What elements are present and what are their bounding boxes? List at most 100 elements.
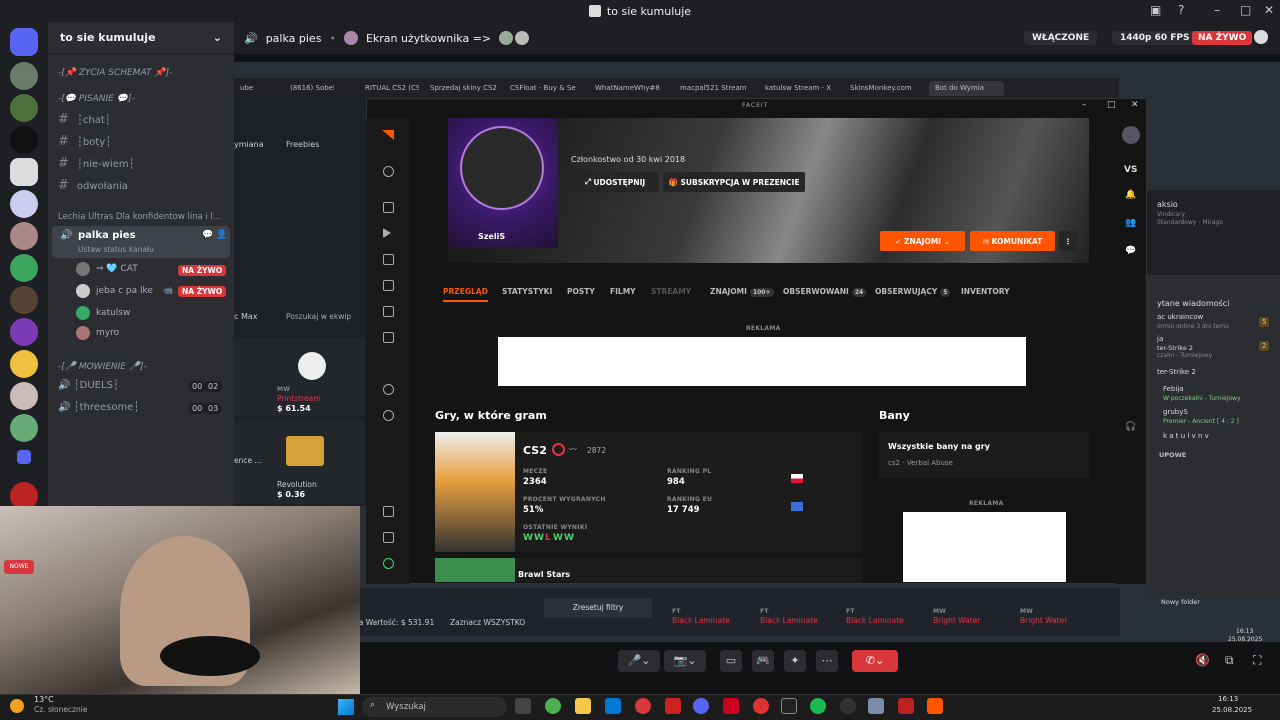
- maximize-button[interactable]: □: [1107, 100, 1116, 110]
- item-card[interactable]: ence ... Revolution $ 0.36: [234, 420, 364, 504]
- store-tab[interactable]: ymiana: [234, 140, 264, 149]
- server-icon[interactable]: [10, 190, 38, 218]
- game-card-brawl-stars[interactable]: Brawl Stars: [435, 558, 862, 582]
- stats-icon[interactable]: [383, 254, 394, 265]
- tab-overview[interactable]: PRZEGLĄD: [443, 287, 488, 302]
- inventory-search[interactable]: Poszukaj w ekwip: [286, 312, 351, 321]
- close-button[interactable]: ✕: [1264, 3, 1274, 17]
- tab-stats[interactable]: STATYSTYKI: [502, 287, 552, 296]
- more-button[interactable]: ⋯: [816, 650, 838, 672]
- weather-icon[interactable]: [10, 699, 24, 713]
- user-avatar[interactable]: [1122, 126, 1140, 144]
- app-icon[interactable]: [753, 698, 769, 714]
- voice-user[interactable]: katulsw: [76, 306, 130, 320]
- more-options-button[interactable]: ⋮: [1059, 231, 1077, 251]
- cart-icon[interactable]: [298, 352, 326, 380]
- screen-icon[interactable]: ▣: [1150, 3, 1161, 17]
- soundboard-button[interactable]: ✦: [784, 650, 806, 672]
- search-icon[interactable]: [383, 166, 394, 177]
- server-header[interactable]: to sie kumuluje ⌄: [48, 22, 234, 54]
- store-icon[interactable]: [605, 698, 621, 714]
- server-icon[interactable]: [10, 286, 38, 314]
- app-icon[interactable]: [665, 698, 681, 714]
- browser-tab[interactable]: SkinsMonkey.com: [844, 81, 924, 96]
- chat-bubble-icon[interactable]: [1254, 30, 1268, 44]
- server-icon[interactable]: [10, 318, 38, 346]
- voice-channel-threesome[interactable]: 🔊 ┆threesome┆: [58, 402, 139, 413]
- maximize-button[interactable]: □: [1240, 3, 1251, 17]
- discord-home-icon[interactable]: [10, 28, 38, 56]
- friends-icon[interactable]: 👥: [1125, 218, 1136, 228]
- channel-chat[interactable]: ┆chat┆: [58, 112, 111, 127]
- desktop-folder-label[interactable]: Nowy folder: [1161, 598, 1200, 606]
- spotify-icon[interactable]: [810, 698, 826, 714]
- start-icon[interactable]: [338, 699, 354, 715]
- app-icon[interactable]: [723, 698, 739, 714]
- play-icon[interactable]: [383, 228, 391, 238]
- voice-status[interactable]: Ustaw status kanału: [78, 245, 154, 254]
- category-label[interactable]: Lechia Ultras Dla konfidentow lina i l..…: [58, 212, 221, 222]
- search-input[interactable]: ⌕ Wyszukaj: [362, 697, 507, 717]
- chart-icon[interactable]: [383, 280, 394, 291]
- tab-posts[interactable]: POSTY: [567, 287, 595, 296]
- fullscreen-icon[interactable]: ⛶: [1253, 653, 1261, 668]
- voice-channel-duels[interactable]: 🔊 ┆DUELS┆: [58, 380, 119, 391]
- category-label[interactable]: -[📌 ZYCIA SCHEMAT 📌]-: [58, 68, 172, 78]
- headset-icon[interactable]: 🎧: [1125, 422, 1136, 432]
- explorer-icon[interactable]: [575, 698, 591, 714]
- hub-icon[interactable]: [383, 384, 394, 395]
- voice-channel-active[interactable]: 🔊 palka pies Ustaw status kanału 💬 👤: [52, 226, 230, 258]
- app-icon[interactable]: [781, 698, 797, 714]
- help-icon[interactable]: ?: [1178, 3, 1184, 17]
- voice-user[interactable]: ⇒ 🩵 CAT: [76, 262, 138, 276]
- screen-share-button[interactable]: ▭: [720, 650, 742, 672]
- add-icon[interactable]: [383, 410, 394, 421]
- tab-following[interactable]: OBSERWOWANI 24: [783, 287, 867, 297]
- server-icon[interactable]: [10, 94, 38, 122]
- faceit-icon[interactable]: [927, 698, 943, 714]
- browser-tab[interactable]: WhatNameWhy#8: [589, 81, 669, 96]
- video-icon[interactable]: [383, 306, 394, 317]
- server-icon[interactable]: [10, 254, 38, 282]
- tab-inventory[interactable]: INVENTORY: [961, 287, 1010, 296]
- channel-boty[interactable]: ┆boty┆: [58, 134, 111, 149]
- faceit-logo-icon[interactable]: [382, 130, 394, 140]
- microphone-button[interactable]: 🎤⌄: [618, 650, 660, 672]
- reset-filters-button[interactable]: Zresetuj filtry: [544, 598, 652, 618]
- category-label[interactable]: -[💬 PISANIE 💬]-: [58, 94, 135, 104]
- volume-mute-icon[interactable]: 🔇: [1195, 653, 1210, 667]
- game-card-cs2[interactable]: CS2 〰 2872 MECZE 2364 RANKING PL 984 PRO…: [435, 432, 862, 552]
- browser-tab[interactable]: RITUAL CS2 (CSGC: [359, 81, 419, 96]
- mark-all-button[interactable]: Zaznacz WSZYSTKO: [450, 618, 525, 627]
- store-tab[interactable]: Freebies: [286, 140, 319, 149]
- camera-off-button[interactable]: 📷⌄: [664, 650, 706, 672]
- task-view-icon[interactable]: [515, 698, 531, 714]
- browser-tab[interactable]: katulsw Stream - X: [759, 81, 839, 96]
- server-icon[interactable]: [10, 158, 38, 186]
- browser-tab[interactable]: ube: [234, 81, 284, 96]
- server-icon[interactable]: [10, 62, 38, 90]
- activity-button[interactable]: 🎮: [752, 650, 774, 672]
- friends-button[interactable]: ✓ ZNAJOMI ⌄: [880, 231, 965, 251]
- app-icon[interactable]: [898, 698, 914, 714]
- settings-icon[interactable]: [868, 698, 884, 714]
- browser-tab[interactable]: Sprzedaj skiny CS2: [424, 81, 496, 96]
- voice-user[interactable]: jeba c pa lke: [76, 284, 153, 298]
- discord-icon[interactable]: [693, 698, 709, 714]
- browser-tab-active[interactable]: Bot do Wymia: [929, 81, 1004, 96]
- channel-nie-wiem[interactable]: ┆nie-wiem┆: [58, 156, 135, 171]
- server-icon[interactable]: [10, 222, 38, 250]
- message-button[interactable]: ✉ KOMUNIKAT: [970, 231, 1055, 251]
- server-icon[interactable]: [10, 382, 38, 410]
- server-icon[interactable]: [10, 350, 38, 378]
- status-icon[interactable]: [383, 558, 394, 569]
- share-button[interactable]: ⤢ UDOSTĘPNIJ: [571, 172, 659, 192]
- popout-icon[interactable]: ⧉: [1225, 653, 1234, 668]
- close-button[interactable]: ✕: [1131, 100, 1139, 110]
- browser-tab[interactable]: CSFloat - Buy & Se: [504, 81, 584, 96]
- chrome-icon[interactable]: [545, 698, 561, 714]
- chevron-down-icon[interactable]: ⌄: [213, 31, 222, 44]
- screenshot-icon[interactable]: [383, 506, 394, 517]
- item-card[interactable]: MW Printstream $ 61.54: [234, 338, 364, 416]
- add-user-icon[interactable]: 👤: [216, 230, 227, 240]
